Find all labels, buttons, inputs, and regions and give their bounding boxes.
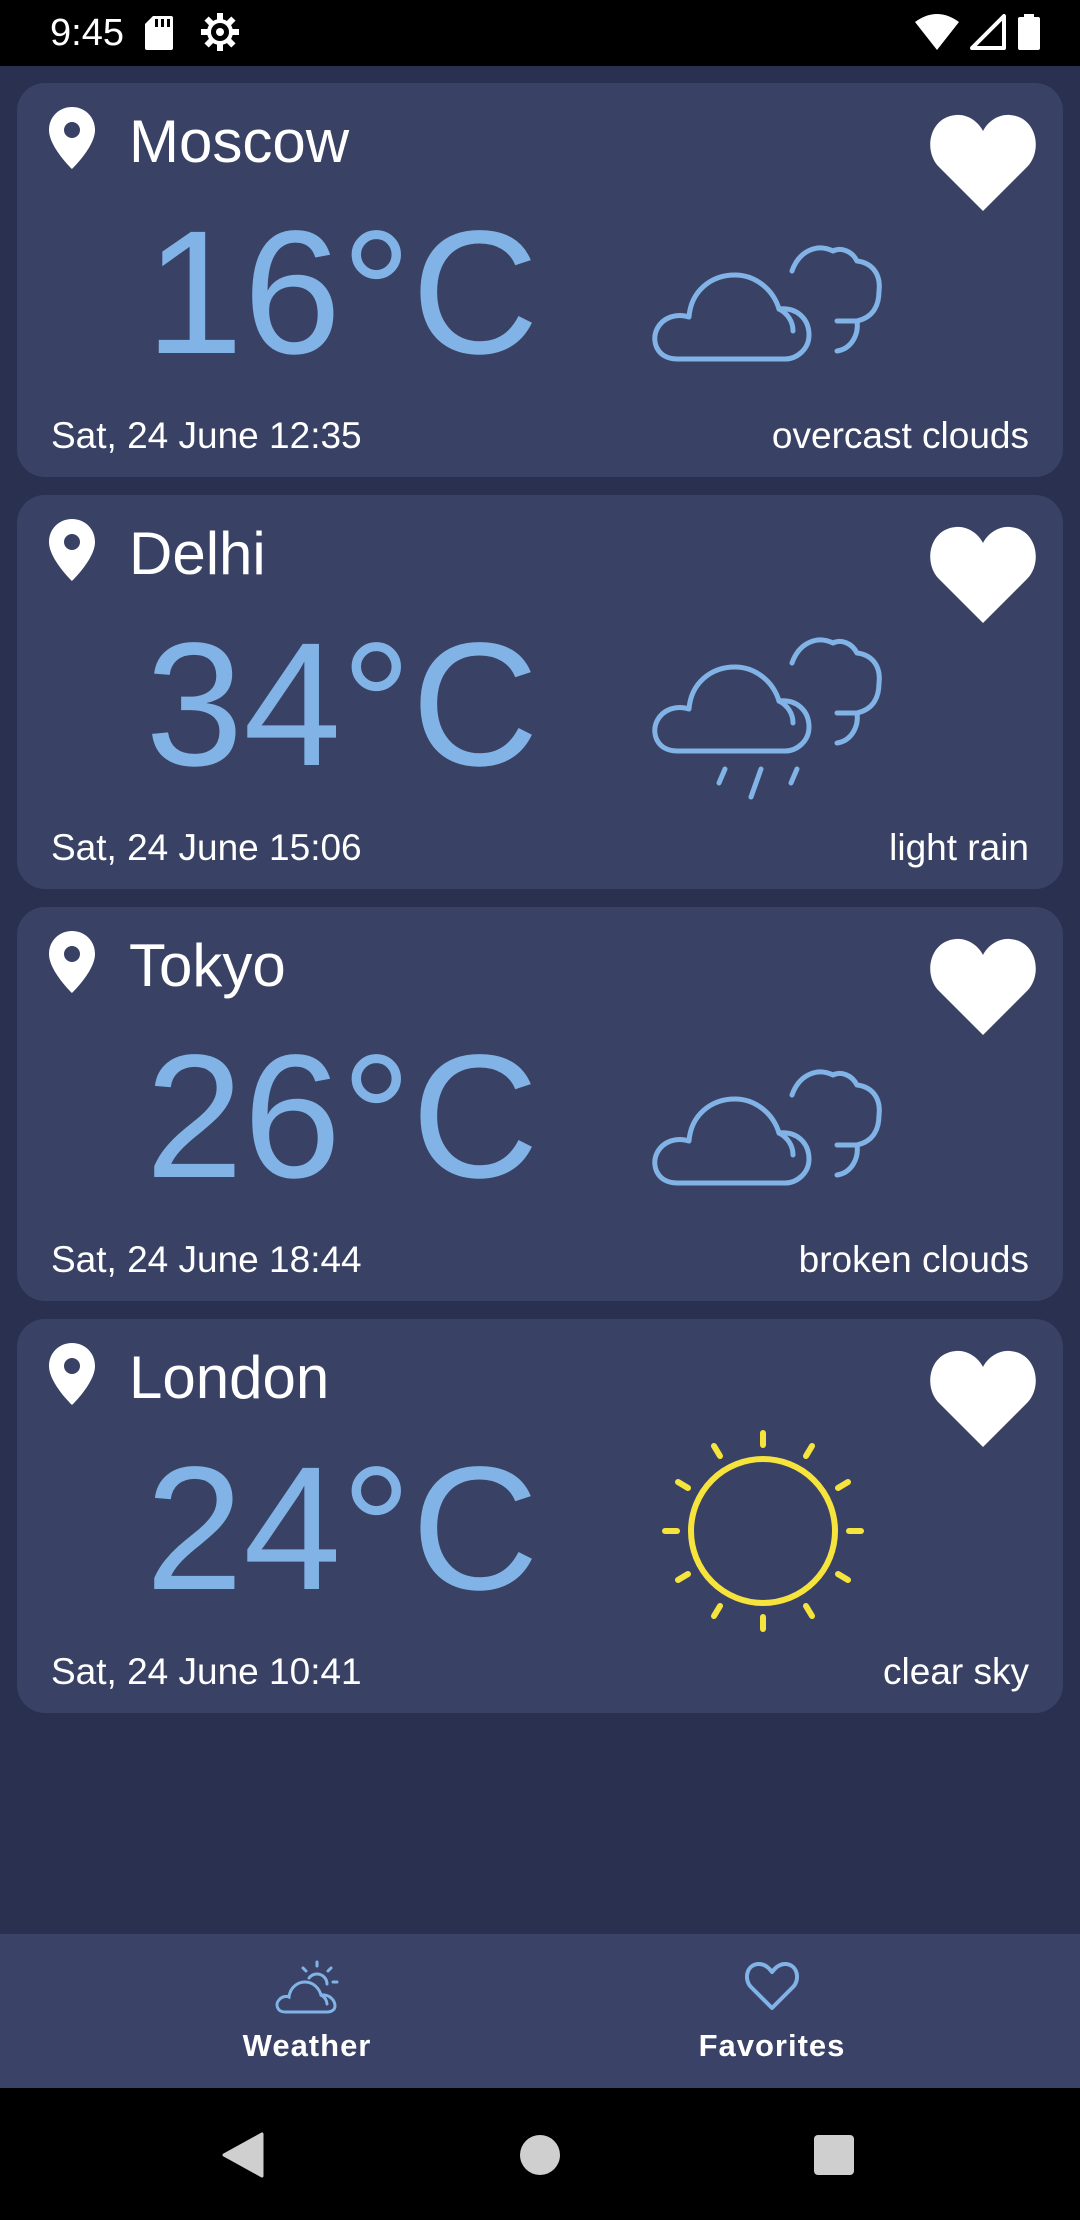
weather-card[interactable]: Delhi 34°C Sat, 24 June 15:06 light rain xyxy=(17,495,1063,889)
settings-gear-icon xyxy=(201,13,239,51)
date-time: Sat, 24 June 18:44 xyxy=(51,1239,362,1280)
location-pin-icon xyxy=(49,519,95,581)
temperature: 26°C xyxy=(145,1019,539,1215)
weather-card[interactable]: Tokyo 26°C Sat, 24 June 18:44 broken clo… xyxy=(17,907,1063,1301)
rain-cloud-icon xyxy=(652,637,882,800)
cloud-icon xyxy=(652,245,882,362)
cloud-icon xyxy=(652,1069,882,1186)
heart-outline-icon xyxy=(744,1961,800,2010)
recents-icon[interactable] xyxy=(813,2134,855,2176)
status-bar: 9:45 xyxy=(0,0,1080,66)
sd-card-icon xyxy=(145,16,173,50)
sun-icon xyxy=(662,1430,864,1632)
home-icon[interactable] xyxy=(519,2134,561,2176)
favorite-heart-icon[interactable] xyxy=(929,525,1037,623)
weather-description: light rain xyxy=(889,827,1029,868)
weather-description: overcast clouds xyxy=(771,415,1029,456)
back-icon[interactable] xyxy=(222,2132,264,2178)
city-name: Delhi xyxy=(129,520,266,587)
bottom-navigation: Weather Favorites xyxy=(0,1934,1080,2088)
cell-signal-icon xyxy=(969,14,1006,50)
nav-weather-label: Weather xyxy=(242,2028,372,2063)
weather-partly-cloudy-icon xyxy=(275,1960,339,2014)
favorites-list: Moscow 16°C Sat, 24 June 12:35 overcast … xyxy=(0,66,1080,1934)
temperature: 16°C xyxy=(145,195,539,391)
favorite-heart-icon[interactable] xyxy=(929,113,1037,211)
weather-description: broken clouds xyxy=(798,1239,1029,1280)
location-pin-icon xyxy=(49,1343,95,1405)
city-name: Moscow xyxy=(129,108,350,175)
weather-description: clear sky xyxy=(883,1651,1029,1692)
location-pin-icon xyxy=(49,931,95,993)
system-navigation-bar xyxy=(0,2088,1080,2220)
weather-card[interactable]: Moscow 16°C Sat, 24 June 12:35 overcast … xyxy=(17,83,1063,477)
location-pin-icon xyxy=(49,107,95,169)
temperature: 34°C xyxy=(145,607,539,803)
nav-favorites-label: Favorites xyxy=(698,2028,846,2063)
favorite-heart-icon[interactable] xyxy=(929,1349,1037,1447)
nav-weather[interactable]: Weather xyxy=(37,1934,577,2088)
temperature: 24°C xyxy=(145,1431,539,1627)
date-time: Sat, 24 June 12:35 xyxy=(51,415,362,456)
city-name: London xyxy=(129,1344,330,1411)
weather-card[interactable]: London 24°C Sat, 24 June 10:41 clear sky xyxy=(17,1319,1063,1713)
status-time: 9:45 xyxy=(50,12,124,54)
battery-icon xyxy=(1018,14,1040,50)
nav-favorites[interactable]: Favorites xyxy=(502,1934,1042,2088)
wifi-icon xyxy=(915,14,960,50)
date-time: Sat, 24 June 10:41 xyxy=(51,1651,362,1692)
favorite-heart-icon[interactable] xyxy=(929,937,1037,1035)
date-time: Sat, 24 June 15:06 xyxy=(51,827,362,868)
city-name: Tokyo xyxy=(129,932,286,999)
